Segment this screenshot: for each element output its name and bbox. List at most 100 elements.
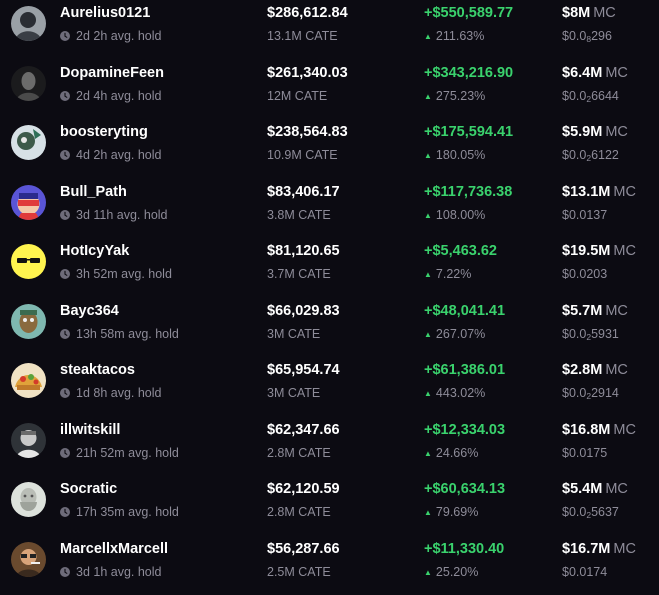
profit-percent: ▲ 108.00% (424, 208, 485, 222)
market-cap-value: $2.8M (562, 362, 603, 378)
price-digits: 5931 (591, 326, 619, 341)
trader-avatar[interactable] (11, 303, 46, 339)
token-amount: 2.8M CATE (267, 445, 331, 460)
trader-avatar[interactable] (11, 363, 46, 398)
trader-name[interactable]: illwitskill (60, 422, 120, 438)
profit-percent-text: 443.02% (435, 386, 486, 400)
trader-row[interactable]: Bayc364 13h 58m avg. hold $66,029.83 3M … (0, 298, 659, 357)
triangle-up-icon: ▲ (424, 389, 432, 398)
avatar-image (11, 482, 46, 517)
avg-hold-time: 4d 2h avg. hold (60, 148, 162, 162)
market-cap-value: $8M (562, 5, 591, 21)
entry-price: $0.0203 (562, 267, 607, 282)
profit-amount: +$11,330.40 (424, 540, 505, 557)
market-cap: $13.1M MC (562, 184, 636, 200)
avg-hold-text: 21h 52m avg. hold (76, 445, 179, 460)
avg-hold-text: 3h 52m avg. hold (76, 267, 172, 281)
market-cap-value: $13.1M (562, 183, 611, 200)
avg-hold-text: 1d 8h avg. hold (76, 386, 162, 400)
price-prefix: $0.0 (562, 326, 587, 341)
trader-avatar[interactable] (11, 422, 46, 458)
avg-hold-text: 3d 11h avg. hold (76, 207, 168, 222)
token-amount: 13.1M CATE (267, 29, 338, 43)
profit-percent-text: 180.05% (435, 148, 486, 162)
market-cap: $5.7M MC (562, 303, 628, 319)
trader-row[interactable]: illwitskill 21h 52m avg. hold $62,347.66… (0, 417, 659, 476)
trader-name[interactable]: Socratic (60, 481, 117, 497)
profit-amount: +$550,589.77 (424, 5, 514, 21)
avatar-image (11, 541, 46, 577)
trader-row[interactable]: steaktacos 1d 8h avg. hold $65,954.74 3M… (0, 357, 659, 416)
trader-avatar[interactable] (11, 244, 46, 279)
trader-name[interactable]: DopamineFeen (60, 65, 164, 81)
profit-percent-text: 7.22% (435, 267, 472, 281)
clock-icon (60, 209, 70, 220)
triangle-up-icon: ▲ (424, 32, 432, 41)
trader-avatar[interactable] (11, 125, 46, 160)
triangle-up-icon: ▲ (424, 448, 432, 458)
avg-hold-time: 2d 4h avg. hold (60, 89, 162, 103)
trader-name[interactable]: steaktacos (60, 362, 135, 378)
profit-percent: ▲ 211.63% (424, 29, 484, 43)
market-cap-label: MC (605, 302, 628, 319)
market-cap-label: MC (605, 124, 628, 140)
market-cap-value: $16.8M (562, 421, 611, 438)
avg-hold-text: 4d 2h avg. hold (76, 148, 162, 162)
profit-percent-text: 79.69% (435, 505, 479, 519)
price-prefix: $0.0203 (562, 267, 608, 281)
price-prefix: $0.0175 (562, 445, 608, 460)
avg-hold-text: 13h 58m avg. hold (76, 326, 179, 341)
entry-price: $0.0175 (562, 446, 607, 461)
trader-row[interactable]: boosteryting 4d 2h avg. hold $238,564.83… (0, 119, 659, 178)
top-traders-list: Aurelius0121 2d 2h avg. hold $286,612.84… (0, 0, 659, 589)
trader-name[interactable]: MarcellxMarcell (60, 541, 168, 557)
avatar-image (11, 303, 46, 339)
entry-price: $0.026644 (562, 89, 619, 104)
profit-percent: ▲ 24.66% (424, 446, 478, 460)
trader-name[interactable]: HotIcyYak (60, 243, 129, 259)
profit-amount: +$343,216.90 (424, 64, 514, 81)
trader-row[interactable]: Socratic 17h 35m avg. hold $62,120.59 2.… (0, 476, 659, 535)
trader-row[interactable]: DopamineFeen 2d 4h avg. hold $261,340.03… (0, 60, 659, 119)
trader-avatar[interactable] (11, 541, 46, 577)
trader-avatar[interactable] (11, 184, 46, 220)
avatar-image (11, 244, 46, 279)
position-value: $83,406.17 (267, 183, 340, 200)
trader-row[interactable]: MarcellxMarcell 3d 1h avg. hold $56,287.… (0, 536, 659, 595)
market-cap-label: MC (613, 540, 636, 557)
trader-row[interactable]: Aurelius0121 2d 2h avg. hold $286,612.84… (0, 0, 659, 59)
position-value: $238,564.83 (267, 124, 348, 140)
token-amount: 12M CATE (267, 88, 328, 103)
price-digits: 6122 (591, 148, 619, 162)
trader-name[interactable]: Aurelius0121 (60, 5, 150, 21)
market-cap-value: $5.4M (562, 481, 603, 497)
clock-icon (60, 150, 70, 160)
price-prefix: $0.0 (562, 148, 587, 162)
clock-icon (60, 507, 70, 517)
trader-row[interactable]: HotIcyYak 3h 52m avg. hold $81,120.65 3.… (0, 238, 659, 297)
profit-amount: +$60,634.13 (424, 481, 506, 497)
market-cap: $5.9M MC (562, 124, 628, 140)
token-amount: 3M CATE (267, 386, 321, 400)
trader-avatar[interactable] (11, 6, 46, 41)
profit-percent: ▲ 443.02% (424, 386, 485, 400)
trader-avatar[interactable] (11, 482, 46, 517)
trader-name[interactable]: Bull_Path (60, 184, 127, 200)
market-cap: $16.7M MC (562, 541, 636, 557)
token-amount: 10.9M CATE (267, 148, 338, 162)
market-cap-label: MC (593, 5, 616, 21)
trader-name[interactable]: boosteryting (60, 124, 148, 140)
price-digits: 5637 (591, 505, 619, 519)
trader-row[interactable]: Bull_Path 3d 11h avg. hold $83,406.17 3.… (0, 179, 659, 238)
token-amount: 3.7M CATE (267, 267, 331, 281)
clock-icon (60, 388, 70, 398)
position-value: $286,612.84 (267, 5, 348, 21)
token-amount: 3.8M CATE (267, 207, 331, 222)
market-cap-value: $6.4M (562, 64, 603, 81)
avatar-image (11, 65, 46, 101)
avg-hold-text: 2d 4h avg. hold (76, 88, 162, 103)
clock-icon (60, 90, 70, 101)
trader-avatar[interactable] (11, 65, 46, 101)
position-value: $81,120.65 (267, 243, 340, 259)
trader-name[interactable]: Bayc364 (60, 303, 119, 319)
